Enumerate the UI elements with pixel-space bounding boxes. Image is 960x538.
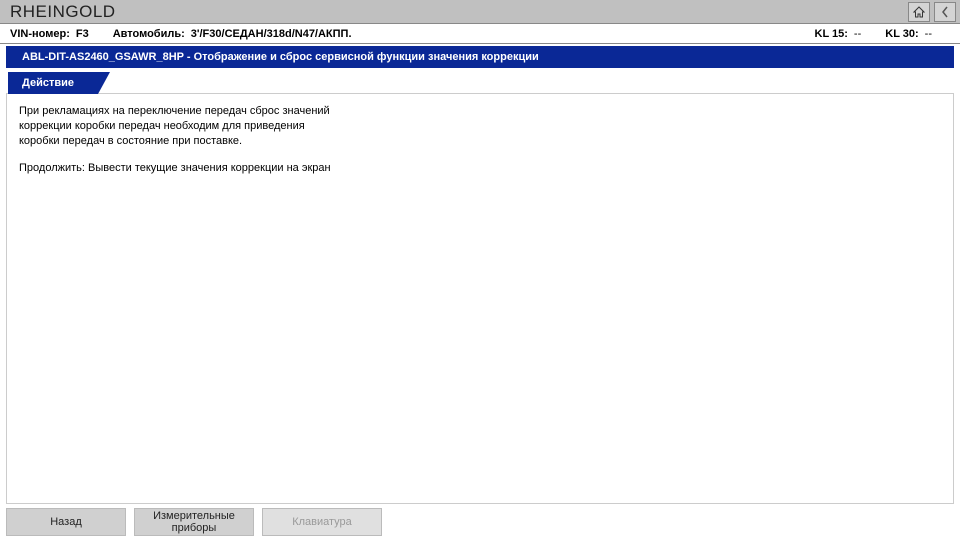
titlebar: RHEINGOLD: [0, 0, 960, 24]
back-nav-button[interactable]: [934, 2, 956, 22]
tab-action[interactable]: Действие: [8, 72, 98, 94]
app-title: RHEINGOLD: [4, 2, 904, 22]
keyboard-button-label: Клавиатура: [292, 516, 352, 528]
vehicle-value: 3'/F30/СЕДАН/318d/N47/АКПП.: [191, 28, 352, 40]
back-button-label: Назад: [50, 516, 82, 528]
info-bar: VIN-номер: F3 Автомобиль: 3'/F30/СЕДАН/3…: [0, 24, 960, 44]
home-icon: [913, 6, 925, 18]
content-paragraph-1: При рекламациях на переключение передач …: [19, 104, 339, 149]
footer-bar: Назад Измерительные приборы Клавиатура: [0, 504, 960, 538]
module-title: ABL-DIT-AS2460_GSAWR_8HP - Отображение и…: [22, 51, 539, 63]
content-paragraph-2: Продолжить: Вывести текущие значения кор…: [19, 161, 339, 176]
kl15-label: KL 15:: [815, 28, 848, 40]
keyboard-button: Клавиатура: [262, 508, 382, 536]
vehicle-label: Автомобиль:: [113, 28, 185, 40]
back-button[interactable]: Назад: [6, 508, 126, 536]
home-button[interactable]: [908, 2, 930, 22]
tab-row: Действие: [6, 68, 954, 94]
kl30-label: KL 30:: [885, 28, 918, 40]
instruments-button[interactable]: Измерительные приборы: [134, 508, 254, 536]
vin-value: F3: [76, 28, 89, 40]
instruments-button-label: Измерительные приборы: [139, 510, 249, 534]
module-header: ABL-DIT-AS2460_GSAWR_8HP - Отображение и…: [6, 46, 954, 68]
chevron-left-icon: [940, 6, 950, 18]
vin-label: VIN-номер:: [10, 28, 70, 40]
content-area: При рекламациях на переключение передач …: [6, 94, 954, 504]
kl30-value: --: [925, 28, 932, 40]
tab-action-label: Действие: [22, 77, 74, 89]
kl15-value: --: [854, 28, 861, 40]
